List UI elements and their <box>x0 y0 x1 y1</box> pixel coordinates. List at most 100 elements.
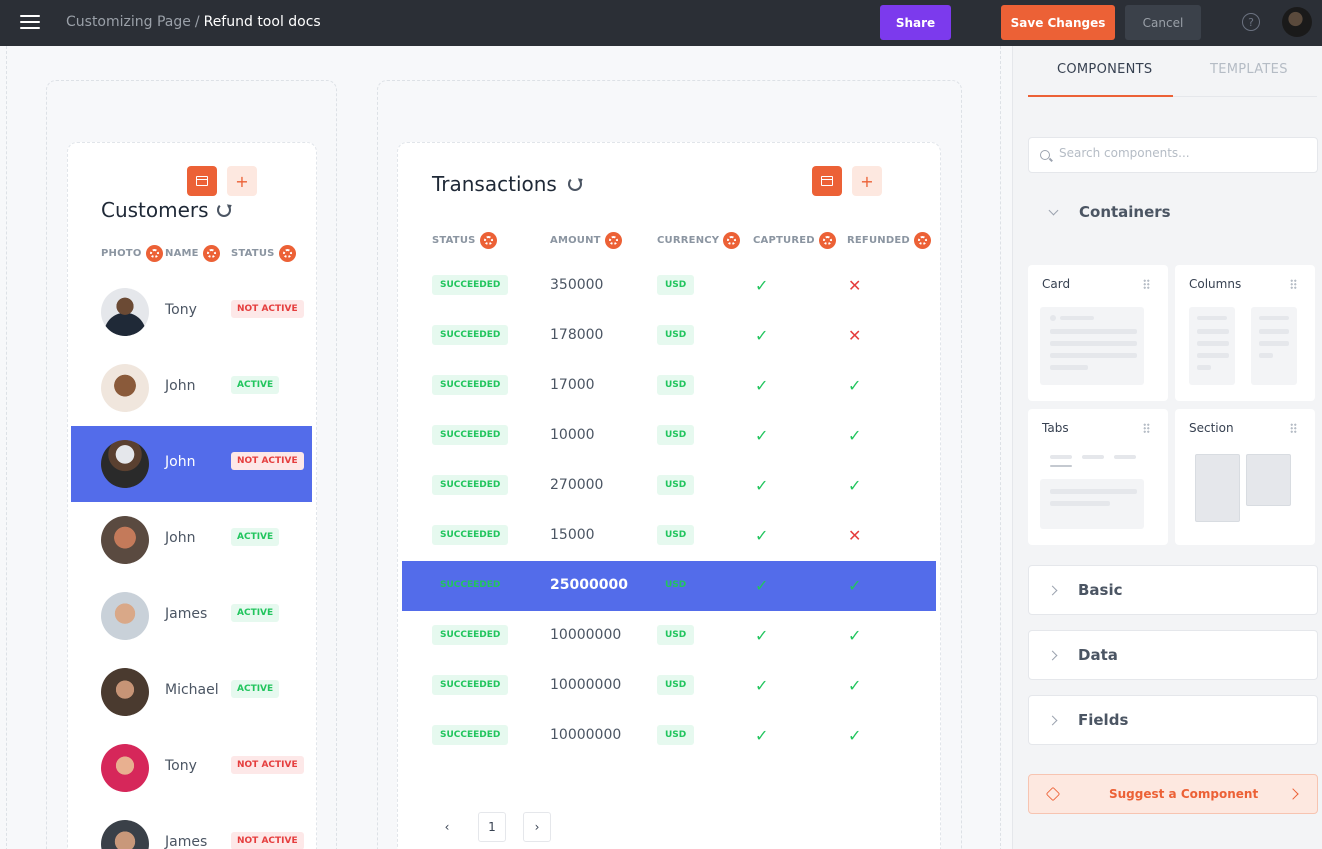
cross-icon: ✕ <box>848 326 862 345</box>
table-row[interactable]: SUCCEEDED 350000 USD ✓ ✕ <box>402 261 936 311</box>
check-icon: ✓ <box>755 276 769 295</box>
preview-line <box>1197 316 1227 320</box>
table-row[interactable]: Tony NOT ACTIVE <box>71 730 312 806</box>
preview-line <box>1259 329 1289 334</box>
table-row[interactable]: SUCCEEDED 178000 USD ✓ ✕ <box>402 311 936 361</box>
status-badge: ACTIVE <box>231 528 280 546</box>
status-badge: ACTIVE <box>231 376 280 394</box>
status-badge: SUCCEEDED <box>432 575 509 595</box>
table-row[interactable]: SUCCEEDED 25000000 USD ✓ ✓ <box>402 561 936 611</box>
table-row[interactable]: Michael ACTIVE <box>71 654 312 730</box>
section-fields-header: Fields <box>1029 711 1128 729</box>
refresh-icon[interactable] <box>568 177 582 191</box>
status-badge: NOT ACTIVE <box>231 300 304 318</box>
table-row[interactable]: Tony NOT ACTIVE <box>71 274 312 350</box>
check-icon: ✓ <box>755 326 769 345</box>
check-icon: ✓ <box>755 476 769 495</box>
component-columns[interactable]: Columns <box>1175 265 1315 401</box>
column-header-captured: CAPTURED <box>753 232 836 249</box>
component-tabs[interactable]: Tabs <box>1028 409 1168 545</box>
gear-icon[interactable] <box>913 232 931 249</box>
table-row[interactable]: SUCCEEDED 10000000 USD ✓ ✓ <box>402 611 936 661</box>
preview-line <box>1050 329 1137 334</box>
status-badge: SUCCEEDED <box>432 675 509 695</box>
check-icon: ✓ <box>755 376 769 395</box>
preview-line <box>1050 501 1110 506</box>
preview-line <box>1050 353 1137 358</box>
tab-components[interactable]: COMPONENTS <box>1057 62 1152 77</box>
table-settings-button[interactable] <box>187 166 217 196</box>
avatar <box>101 288 149 336</box>
cancel-button[interactable]: Cancel <box>1125 5 1201 40</box>
amount-cell: 15000 <box>550 527 595 543</box>
component-search <box>1028 137 1318 173</box>
help-icon[interactable]: ? <box>1242 13 1260 31</box>
user-avatar[interactable] <box>1282 7 1312 37</box>
status-badge: SUCCEEDED <box>432 625 509 645</box>
component-card[interactable]: Card <box>1028 265 1168 401</box>
gear-icon[interactable] <box>604 232 622 249</box>
table-row[interactable]: SUCCEEDED 10000000 USD ✓ ✓ <box>402 661 936 711</box>
drag-handle-icon[interactable] <box>1290 279 1297 289</box>
gear-icon[interactable] <box>818 232 836 249</box>
column-header-refunded: REFUNDED <box>847 232 931 249</box>
table-row[interactable]: SUCCEEDED 270000 USD ✓ ✓ <box>402 461 936 511</box>
gear-icon[interactable] <box>479 232 497 249</box>
table-row[interactable]: SUCCEEDED 17000 USD ✓ ✓ <box>402 361 936 411</box>
table-row[interactable]: James NOT ACTIVE <box>71 806 312 849</box>
gear-icon[interactable] <box>145 245 163 262</box>
top-bar: Customizing Page / Refund tool docs Share … <box>0 0 1322 46</box>
table-row[interactable]: SUCCEEDED 10000 USD ✓ ✓ <box>402 411 936 461</box>
table-row[interactable]: John ACTIVE <box>71 350 312 426</box>
table-icon <box>821 176 833 186</box>
gear-icon[interactable] <box>723 232 741 249</box>
column-header-currency: CURRENCY <box>657 232 741 249</box>
table-row[interactable]: SUCCEEDED 15000 USD ✓ ✕ <box>402 511 936 561</box>
avatar <box>101 364 149 412</box>
chevron-down-icon <box>1048 205 1059 215</box>
suggest-component-label: Suggest a Component <box>1109 787 1259 801</box>
breadcrumb-current: Refund tool docs <box>203 14 321 30</box>
table-row[interactable]: James ACTIVE <box>71 578 312 654</box>
search-input[interactable] <box>1059 146 1309 160</box>
chevron-right-icon <box>1047 715 1058 725</box>
gear-icon[interactable] <box>278 245 296 262</box>
table-settings-button[interactable] <box>812 166 842 196</box>
next-page-button[interactable]: › <box>523 812 551 842</box>
save-changes-button[interactable]: Save Changes <box>1001 5 1115 40</box>
chevron-right-icon <box>1047 650 1058 660</box>
page-1-button[interactable]: 1 <box>478 812 506 842</box>
section-data[interactable]: Data <box>1028 630 1318 680</box>
amount-cell: 10000000 <box>550 627 622 643</box>
add-column-button[interactable]: + <box>852 166 882 196</box>
preview-line <box>1050 341 1137 346</box>
check-icon: ✓ <box>755 526 769 545</box>
drag-handle-icon[interactable] <box>1143 423 1150 433</box>
table-row[interactable]: John NOT ACTIVE <box>71 426 312 502</box>
refresh-icon[interactable] <box>217 203 231 217</box>
gear-icon[interactable] <box>202 245 220 262</box>
prev-page-button[interactable]: ‹ <box>433 812 461 842</box>
customer-name: James <box>165 606 208 622</box>
breadcrumb-parent[interactable]: Customizing Page <box>66 14 191 30</box>
amount-cell: 178000 <box>550 327 604 343</box>
menu-icon[interactable] <box>20 14 40 30</box>
share-button[interactable]: Share <box>880 5 951 40</box>
section-containers[interactable]: Containers <box>1028 203 1171 221</box>
drag-handle-icon[interactable] <box>1143 279 1150 289</box>
drag-handle-icon[interactable] <box>1290 423 1297 433</box>
add-column-button[interactable]: + <box>227 166 257 196</box>
tab-templates[interactable]: TEMPLATES <box>1210 62 1288 77</box>
status-badge: ACTIVE <box>231 604 280 622</box>
check-icon: ✓ <box>848 726 862 745</box>
component-section[interactable]: Section <box>1175 409 1315 545</box>
section-fields[interactable]: Fields <box>1028 695 1318 745</box>
preview-box <box>1246 454 1291 506</box>
check-icon: ✓ <box>848 626 862 645</box>
table-row[interactable]: John ACTIVE <box>71 502 312 578</box>
currency-badge: USD <box>657 625 695 645</box>
currency-badge: USD <box>657 475 695 495</box>
suggest-component-button[interactable]: Suggest a Component <box>1028 774 1318 814</box>
section-basic[interactable]: Basic <box>1028 565 1318 615</box>
table-row[interactable]: SUCCEEDED 10000000 USD ✓ ✓ <box>402 711 936 761</box>
